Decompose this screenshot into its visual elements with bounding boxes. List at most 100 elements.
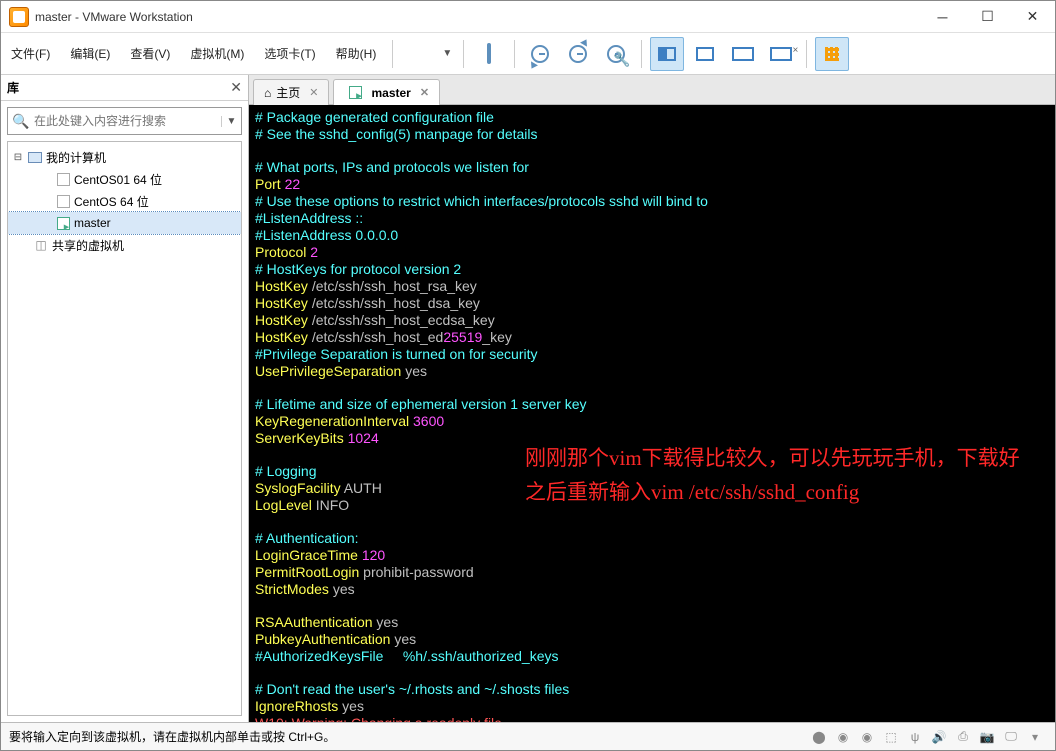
sidebar-title: 库 (7, 79, 230, 96)
term-key: SyslogFacility (255, 480, 344, 496)
separator (514, 40, 515, 68)
close-button[interactable]: ✕ (1010, 1, 1055, 32)
tree-my-computer[interactable]: ⊟ 我的计算机 (8, 146, 241, 168)
tab-master[interactable]: master ✕ (333, 79, 440, 105)
maximize-button[interactable]: ☐ (965, 1, 1010, 32)
tree-label: CentOS 64 位 (74, 193, 149, 210)
vm-tree[interactable]: ⊟ 我的计算机 CentOS01 64 位 CentOS 64 位 master… (7, 141, 242, 716)
tab-close-icon[interactable]: ✕ (420, 86, 429, 99)
term-key: PermitRootLogin (255, 564, 363, 580)
term-key: LoginGraceTime (255, 547, 362, 563)
term-key: RSAAuthentication (255, 614, 376, 630)
menu-help[interactable]: 帮助(H) (326, 33, 387, 74)
vm-console[interactable]: # Package generated configuration file #… (249, 105, 1055, 722)
tree-vm-master[interactable]: master (8, 212, 241, 234)
title-bar: master - VMware Workstation ─ ☐ ✕ (1, 1, 1055, 33)
term-val: INFO (316, 497, 349, 513)
term-key: HostKey (255, 278, 312, 294)
pause-button[interactable] (401, 37, 435, 71)
term-key: Protocol (255, 244, 310, 260)
status-dropdown-icon[interactable] (1026, 730, 1044, 744)
term-val: 22 (285, 176, 301, 192)
tab-label: master (371, 86, 410, 100)
term-line: # Package generated configuration file (255, 109, 494, 125)
term-val: yes (342, 698, 364, 714)
vmware-icon (9, 7, 29, 27)
tree-label: 共享的虚拟机 (52, 237, 124, 254)
term-key: StrictModes (255, 581, 333, 597)
menu-tabs[interactable]: 选项卡(T) (254, 33, 325, 74)
sidebar: 库 ✕ 🔍 ▼ ⊟ 我的计算机 CentOS01 64 位 CentOS 64 (1, 75, 249, 722)
tree-vm-centos01[interactable]: CentOS01 64 位 (8, 168, 241, 190)
tab-close-icon[interactable]: ✕ (309, 86, 318, 99)
term-key: HostKey (255, 312, 312, 328)
term-line: # Logging (255, 463, 317, 479)
vm-running-icon (55, 215, 71, 231)
search-dropdown-button[interactable]: ▼ (221, 116, 241, 127)
menu-file[interactable]: 文件(F) (1, 33, 60, 74)
vm-running-icon (347, 85, 363, 101)
menu-edit[interactable]: 编辑(E) (60, 33, 120, 74)
menu-view[interactable]: 查看(V) (120, 33, 180, 74)
status-display-icon[interactable] (1002, 730, 1020, 744)
home-icon: ⌂ (264, 86, 271, 100)
toolbar-dropdown[interactable]: ▼ (439, 37, 455, 71)
term-key: HostKey (255, 295, 312, 311)
view-unity-button[interactable] (726, 37, 760, 71)
status-harddisk-icon[interactable] (810, 730, 828, 744)
term-val: _key (482, 329, 512, 345)
snapshot-manage-button[interactable] (599, 37, 633, 71)
tree-label: CentOS01 64 位 (74, 171, 162, 188)
status-camera-icon[interactable] (978, 730, 996, 744)
view-sidebar-button[interactable] (650, 37, 684, 71)
snapshot-back-button[interactable] (523, 37, 557, 71)
term-line: # HostKeys for protocol version 2 (255, 261, 461, 277)
status-usb-icon[interactable] (906, 730, 924, 744)
search-input[interactable] (34, 114, 221, 128)
tree-vm-centos[interactable]: CentOS 64 位 (8, 190, 241, 212)
term-key: ServerKeyBits (255, 430, 348, 446)
term-line: #Privilege Separation is turned on for s… (255, 346, 537, 362)
term-val: 3600 (413, 413, 444, 429)
term-line: # What ports, IPs and protocols we liste… (255, 159, 529, 175)
separator (641, 40, 642, 68)
term-key: Port (255, 176, 285, 192)
sidebar-close-button[interactable]: ✕ (230, 79, 242, 96)
term-key: LogLevel (255, 497, 316, 513)
vm-icon (55, 193, 71, 209)
snapshot-forward-button[interactable] (561, 37, 595, 71)
shared-icon (33, 237, 49, 253)
status-text: 要将输入定向到该虚拟机，请在虚拟机内部单击或按 Ctrl+G。 (9, 728, 335, 745)
window-title: master - VMware Workstation (35, 10, 920, 24)
term-key: HostKey (255, 329, 312, 345)
view-fullscreen-button[interactable] (688, 37, 722, 71)
tree-shared-vms[interactable]: 共享的虚拟机 (8, 234, 241, 256)
search-box[interactable]: 🔍 ▼ (7, 107, 242, 135)
search-icon: 🔍 (8, 113, 34, 130)
status-floppy-icon[interactable] (858, 730, 876, 744)
term-line: # Authentication: (255, 530, 359, 546)
separator (463, 40, 464, 68)
separator (392, 40, 393, 68)
status-printer-icon[interactable] (954, 730, 972, 744)
status-network-icon[interactable] (882, 730, 900, 744)
print-button[interactable] (472, 37, 506, 71)
status-sound-icon[interactable] (930, 730, 948, 744)
term-line: # Use these options to restrict which in… (255, 193, 708, 209)
term-val: /etc/ssh/ssh_host_rsa_key (312, 278, 477, 294)
collapse-icon[interactable]: ⊟ (12, 152, 24, 163)
term-line: # Don't read the user's ~/.rhosts and ~/… (255, 681, 569, 697)
term-key: PubkeyAuthentication (255, 631, 394, 647)
thumbnail-bar-button[interactable] (815, 37, 849, 71)
tab-home[interactable]: ⌂ 主页 ✕ (253, 79, 329, 105)
term-val: yes (333, 581, 355, 597)
view-exclusive-button[interactable] (764, 37, 798, 71)
minimize-button[interactable]: ─ (920, 1, 965, 32)
term-warning: W10: Warning: Changing a readonly file (255, 715, 502, 722)
status-cdrom-icon[interactable] (834, 730, 852, 744)
term-line: #ListenAddress :: (255, 210, 363, 226)
main-area: ⌂ 主页 ✕ master ✕ # Package generated conf… (249, 75, 1055, 722)
menu-vm[interactable]: 虚拟机(M) (180, 33, 254, 74)
term-val: yes (394, 631, 416, 647)
term-val: AUTH (344, 480, 382, 496)
